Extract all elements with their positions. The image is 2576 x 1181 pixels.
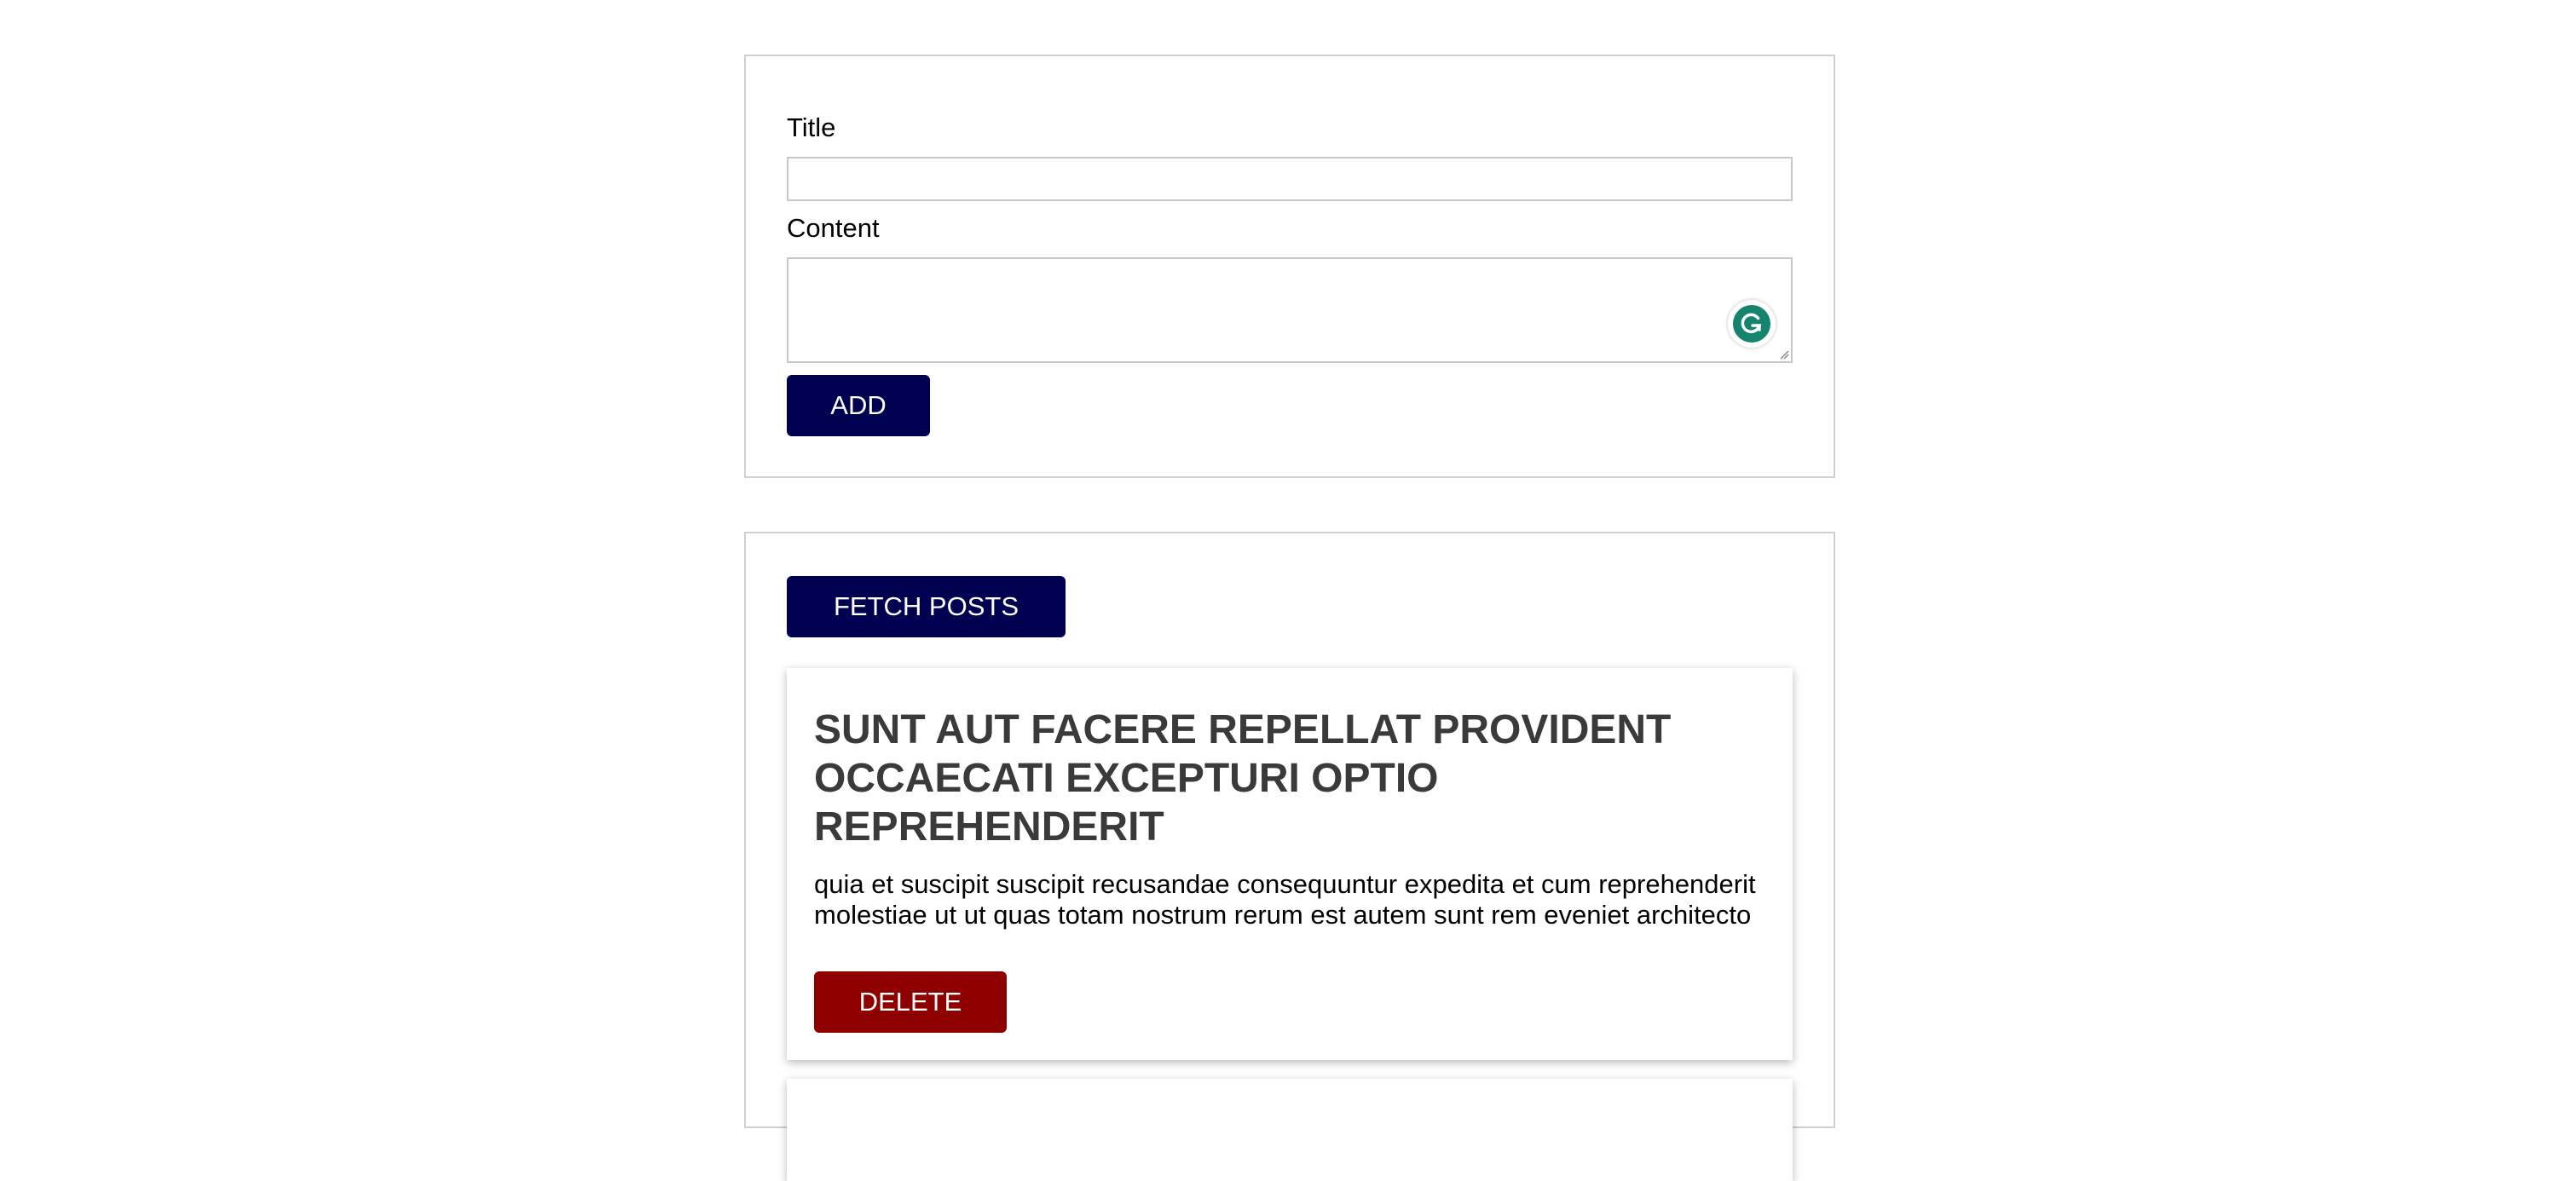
post-card <box>787 1079 1793 1181</box>
add-post-form: Title Content ADD <box>744 55 1835 478</box>
post-body: quia et suscipit suscipit recusandae con… <box>814 869 1756 930</box>
content-textarea[interactable] <box>787 257 1793 363</box>
grammarly-g-icon <box>1733 305 1770 343</box>
add-button[interactable]: ADD <box>787 375 930 436</box>
posts-panel: FETCH POSTS sunt aut facere repellat pro… <box>744 532 1835 1181</box>
fetch-posts-button[interactable]: FETCH POSTS <box>787 576 1066 637</box>
grammarly-icon[interactable] <box>1728 300 1776 348</box>
title-input[interactable] <box>787 157 1793 201</box>
resize-grip-icon[interactable] <box>1779 349 1789 360</box>
delete-button[interactable]: DELETE <box>814 971 1007 1033</box>
post-card: sunt aut facere repellat provident occae… <box>787 668 1793 1060</box>
title-label: Title <box>787 112 836 142</box>
post-title: sunt aut facere repellat provident occae… <box>814 707 1672 850</box>
content-label: Content <box>787 213 880 243</box>
